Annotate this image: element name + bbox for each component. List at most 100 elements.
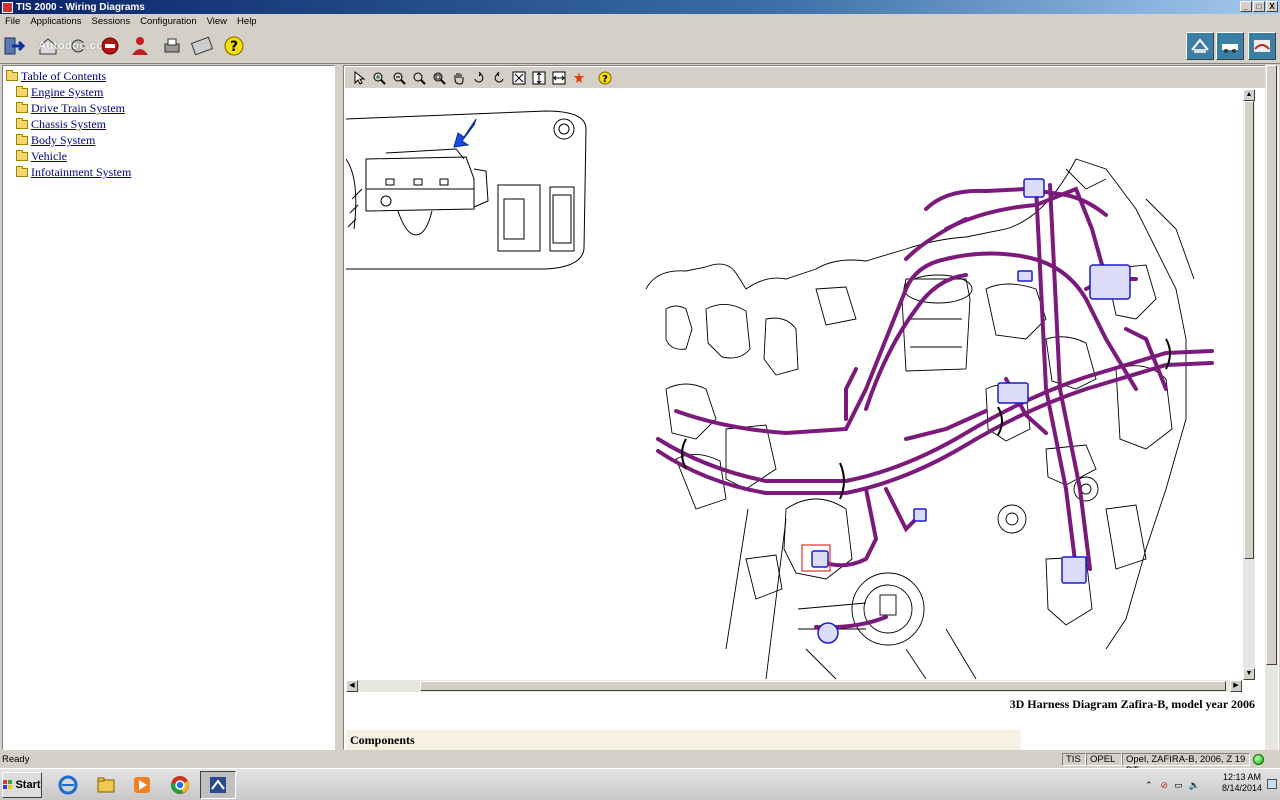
calculator-icon[interactable] xyxy=(190,34,214,58)
menu-bar: File Applications Sessions Configuration… xyxy=(0,14,1280,28)
folder-icon xyxy=(16,118,28,129)
action-center-icon[interactable] xyxy=(1267,779,1277,789)
folder-icon xyxy=(16,150,28,161)
tree-item-chassis-system[interactable]: Chassis System xyxy=(16,117,106,132)
close-button[interactable]: X xyxy=(1266,1,1278,12)
clock-time: 12:13 AM xyxy=(1222,772,1261,782)
zoom-out-icon[interactable] xyxy=(389,68,409,87)
svg-text:?: ? xyxy=(602,74,608,85)
folder-icon xyxy=(16,166,28,177)
connector xyxy=(1089,264,1131,300)
status-vehicle: Opel, ZAFIRA-B, 2006, Z 19 DT xyxy=(1122,753,1250,776)
rotate-counterclockwise-icon[interactable] xyxy=(489,68,509,87)
connector xyxy=(997,382,1029,404)
page-vertical-scrollbar[interactable] xyxy=(1265,65,1278,750)
arrow-icon xyxy=(453,118,477,148)
connector xyxy=(817,622,839,644)
menu-configuration[interactable]: Configuration xyxy=(135,16,202,27)
file-explorer-icon[interactable] xyxy=(88,771,124,799)
exit-icon[interactable] xyxy=(2,34,26,58)
scroll-up-arrow-icon[interactable]: ▲ xyxy=(1243,89,1255,101)
harness-icon[interactable] xyxy=(1248,32,1276,60)
window-controls: _ □ X xyxy=(1240,1,1278,12)
volume-icon[interactable]: 🔈 xyxy=(1189,780,1200,791)
zoom-icon[interactable] xyxy=(409,68,429,87)
user-icon[interactable] xyxy=(128,34,152,58)
highlight-icon[interactable] xyxy=(569,68,589,87)
status-app: TIS xyxy=(1062,753,1086,766)
vehicle-icon[interactable] xyxy=(1216,32,1244,60)
window-title: TIS 2000 - Wiring Diagrams xyxy=(16,1,145,13)
connection-status-icon xyxy=(1253,754,1264,765)
print-icon[interactable] xyxy=(160,34,184,58)
menu-sessions[interactable]: Sessions xyxy=(87,16,136,27)
tis2000-task-icon[interactable] xyxy=(200,771,236,799)
harness-clamps xyxy=(681,338,1171,500)
tree-item-infotainment-system[interactable]: Infotainment System xyxy=(16,165,131,180)
minimize-button[interactable]: _ xyxy=(1240,1,1252,12)
diagram-horizontal-scrollbar[interactable]: ◀ ▶ xyxy=(346,680,1242,692)
connector xyxy=(1017,270,1033,282)
folder-icon xyxy=(6,70,18,81)
stop-icon[interactable] xyxy=(98,34,122,58)
chrome-icon[interactable] xyxy=(162,771,198,799)
clock-date: 8/14/2014 xyxy=(1221,783,1262,793)
windows-logo-icon xyxy=(3,780,13,789)
network-status-icon[interactable]: ⊘ xyxy=(1161,780,1169,791)
fit-width-icon[interactable] xyxy=(549,68,569,87)
table-of-contents-panel: Table of Contents Engine System Drive Tr… xyxy=(2,65,335,750)
fit-height-icon[interactable] xyxy=(529,68,549,87)
menu-help[interactable]: Help xyxy=(232,16,262,27)
maximize-button[interactable]: □ xyxy=(1253,1,1265,12)
help-icon[interactable]: ? xyxy=(222,34,246,58)
tree-item-vehicle[interactable]: Vehicle xyxy=(16,149,67,164)
start-button[interactable]: Start xyxy=(2,772,42,798)
zoom-in-icon[interactable] xyxy=(369,68,389,87)
select-pointer-icon[interactable] xyxy=(349,68,369,87)
scroll-thumb[interactable] xyxy=(1244,101,1254,559)
components-header[interactable]: Components xyxy=(346,730,1021,750)
connector xyxy=(1061,556,1087,584)
harness-diagram-canvas[interactable] xyxy=(346,89,1242,680)
panel-splitter[interactable] xyxy=(336,65,342,750)
display-icon[interactable]: ▭ xyxy=(1174,780,1183,791)
menu-applications[interactable]: Applications xyxy=(25,16,86,27)
main-toolbar: Autodoc.com ? xyxy=(0,28,1280,64)
folder-icon xyxy=(16,134,28,145)
taskbar-clock[interactable]: 12:13 AM 8/14/2014 xyxy=(1222,772,1262,794)
zoom-area-icon[interactable] xyxy=(429,68,449,87)
title-bar: TIS 2000 - Wiring Diagrams _ □ X xyxy=(0,0,1280,14)
diagram-icon[interactable] xyxy=(1186,32,1214,60)
rotate-clockwise-icon[interactable] xyxy=(469,68,489,87)
folder-icon xyxy=(16,102,28,113)
connector xyxy=(811,550,829,568)
show-hidden-icons-icon[interactable]: ⌃ xyxy=(1145,780,1153,791)
tree-item-drive-train-system[interactable]: Drive Train System xyxy=(16,101,125,116)
tree-root[interactable]: Table of Contents xyxy=(6,69,106,84)
menu-view[interactable]: View xyxy=(202,16,232,27)
viewer-help-icon[interactable]: ? xyxy=(595,68,615,87)
media-player-icon[interactable] xyxy=(124,771,160,799)
connector xyxy=(913,508,927,522)
svg-text:?: ? xyxy=(230,39,238,55)
scroll-right-arrow-icon[interactable]: ▶ xyxy=(1230,680,1242,692)
status-brand: OPEL xyxy=(1086,753,1122,766)
tree-item-body-system[interactable]: Body System xyxy=(16,133,95,148)
harness-connectors xyxy=(811,178,1131,644)
diagram-vertical-scrollbar[interactable]: ▲ ▼ xyxy=(1243,89,1255,680)
tree-item-engine-system[interactable]: Engine System xyxy=(16,85,103,100)
pan-hand-icon[interactable] xyxy=(449,68,469,87)
status-text: Ready xyxy=(2,754,30,765)
scroll-thumb[interactable] xyxy=(420,681,1226,691)
connector xyxy=(1023,178,1045,198)
scroll-thumb[interactable] xyxy=(1266,65,1277,665)
internet-explorer-icon[interactable] xyxy=(50,771,86,799)
scroll-left-arrow-icon[interactable]: ◀ xyxy=(346,680,358,692)
harness-diagram xyxy=(346,110,1214,680)
scroll-down-arrow-icon[interactable]: ▼ xyxy=(1243,668,1255,680)
folder-icon xyxy=(16,86,28,97)
menu-file[interactable]: File xyxy=(0,16,25,27)
wiring-harness xyxy=(656,183,1214,630)
fit-window-icon[interactable] xyxy=(509,68,529,87)
engine-outline xyxy=(645,158,1195,680)
